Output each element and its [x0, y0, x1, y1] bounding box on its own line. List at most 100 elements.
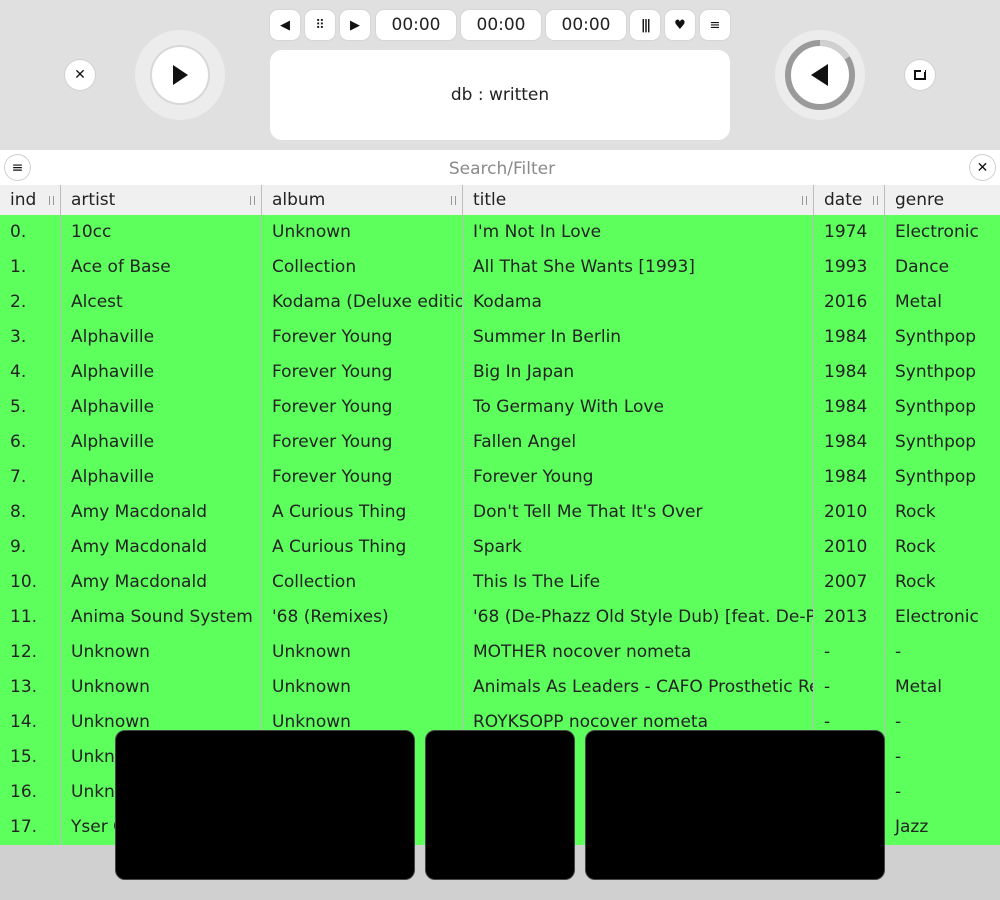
table-row[interactable]: 5. Alphaville Forever Young To Germany With… — [0, 390, 1000, 425]
search-input[interactable] — [40, 150, 964, 187]
menu-button[interactable]: ≡ — [700, 10, 730, 40]
cell-genre: - — [895, 782, 902, 802]
cell-genre: Rock — [895, 537, 936, 557]
cell-artist: Amy Macdonald — [71, 537, 207, 557]
column-header-label: album — [272, 190, 326, 210]
cell-date: - — [824, 677, 831, 697]
play-small-icon: ▶ — [350, 17, 360, 33]
cell-title: To Germany With Love — [473, 397, 664, 417]
cell-artist: Alphaville — [71, 327, 155, 347]
cell-album: Unknown — [272, 222, 351, 242]
cell-artist: Alphaville — [71, 467, 155, 487]
cell-artist: Alphaville — [71, 397, 155, 417]
filter-menu-button[interactable]: ≡ — [5, 155, 30, 180]
cell-ind: 4. — [10, 362, 27, 382]
cell-title: All That She Wants [1993] — [473, 257, 695, 277]
cell-date: 2010 — [824, 502, 868, 522]
elapsed-time: 00:00 — [376, 10, 456, 40]
table-row[interactable]: 4. Alphaville Forever Young Big In Japan 198… — [0, 355, 1000, 390]
play-button[interactable] — [135, 30, 225, 120]
resize-handle-icon[interactable] — [873, 196, 878, 205]
clear-search-button[interactable]: ✕ — [970, 155, 995, 180]
column-header-ind[interactable]: ind — [0, 185, 61, 215]
close-icon: ✕ — [74, 67, 86, 83]
column-header-artist[interactable]: artist — [61, 185, 262, 215]
grid-icon: ⠿ — [315, 17, 325, 33]
queue-button[interactable]: ⠿ — [305, 10, 335, 40]
close-button[interactable]: ✕ — [65, 60, 95, 90]
prev-button[interactable]: ◀ — [270, 10, 300, 40]
cell-genre: - — [895, 642, 902, 662]
cell-date: 2010 — [824, 537, 868, 557]
cell-genre: Electronic — [895, 607, 979, 627]
cell-album: Forever Young — [272, 397, 393, 417]
cell-title: Forever Young — [473, 467, 594, 487]
table-row[interactable]: 2. Alcest Kodama (Deluxe edition) Kodama 201… — [0, 285, 1000, 320]
cell-title: Summer In Berlin — [473, 327, 622, 347]
cell-title: I'm Not In Love — [473, 222, 602, 242]
cell-artist: Amy Macdonald — [71, 572, 207, 592]
table-row[interactable]: 0. 10cc Unknown I'm Not In Love 1974 Electron… — [0, 215, 1000, 250]
cell-album: A Curious Thing — [272, 537, 407, 557]
close-icon: ✕ — [976, 159, 989, 176]
table-header: ind artist album title date genre — [0, 185, 1000, 215]
cell-ind: 1. — [10, 257, 27, 277]
repeat-icon — [914, 69, 926, 80]
overlay-panel-left — [115, 730, 415, 880]
resize-handle-icon[interactable] — [250, 196, 255, 205]
next-button[interactable]: ▶ — [340, 10, 370, 40]
cell-date: - — [824, 642, 831, 662]
cell-album: Unknown — [272, 642, 351, 662]
cell-date: 1993 — [824, 257, 868, 277]
table-row[interactable]: 8. Amy Macdonald A Curious Thing Don't Tell… — [0, 495, 1000, 530]
cell-album: Forever Young — [272, 432, 393, 452]
cell-ind: 17. — [10, 817, 38, 837]
column-header-label: genre — [895, 190, 945, 210]
table-row[interactable]: 11. Anima Sound System '68 (Remixes) '68 (D… — [0, 600, 1000, 635]
table-row[interactable]: 13. Unknown Unknown Animals As Leaders - CA… — [0, 670, 1000, 705]
cell-title: This Is The Life — [473, 572, 601, 592]
resize-handle-icon[interactable] — [451, 196, 456, 205]
cell-genre: Metal — [895, 677, 942, 697]
repeat-button[interactable] — [905, 60, 935, 90]
column-header-label: date — [824, 190, 863, 210]
overlay-panel-center — [425, 730, 575, 880]
reverse-play-button[interactable] — [775, 30, 865, 120]
table-row[interactable]: 3. Alphaville Forever Young Summer In Berli… — [0, 320, 1000, 355]
favorite-button[interactable]: ♥ — [665, 10, 695, 40]
cell-album: Kodama (Deluxe edition) — [272, 292, 463, 312]
column-header-genre[interactable]: genre — [885, 185, 1000, 215]
cell-date: 1984 — [824, 432, 868, 452]
table-row[interactable]: 10. Amy Macdonald Collection This Is The Li… — [0, 565, 1000, 600]
cell-title: Fallen Angel — [473, 432, 577, 452]
cell-genre: Synthpop — [895, 467, 977, 487]
table-row[interactable]: 7. Alphaville Forever Young Forever Young 19… — [0, 460, 1000, 495]
cell-genre: - — [895, 747, 902, 767]
cell-genre: Jazz — [895, 817, 929, 837]
column-header-label: artist — [71, 190, 116, 210]
table-row[interactable]: 1. Ace of Base Collection All That She Want… — [0, 250, 1000, 285]
cell-ind: 12. — [10, 642, 38, 662]
column-header-album[interactable]: album — [262, 185, 463, 215]
table-row[interactable]: 12. Unknown Unknown MOTHER nocover nometa - - — [0, 635, 1000, 670]
cell-album: Forever Young — [272, 467, 393, 487]
cell-genre: Dance — [895, 257, 950, 277]
columns-button[interactable]: ||| — [630, 10, 660, 40]
columns-icon: ||| — [640, 17, 651, 33]
column-header-title[interactable]: title — [463, 185, 814, 215]
cell-date: 1984 — [824, 327, 868, 347]
overlay-panel-right — [585, 730, 885, 880]
column-header-date[interactable]: date — [814, 185, 885, 215]
cell-album: Forever Young — [272, 362, 393, 382]
cell-date: 2013 — [824, 607, 868, 627]
resize-handle-icon[interactable] — [49, 196, 54, 205]
table-row[interactable]: 6. Alphaville Forever Young Fallen Angel 198… — [0, 425, 1000, 460]
resize-handle-icon[interactable] — [802, 196, 807, 205]
cell-album: A Curious Thing — [272, 502, 407, 522]
cell-artist: Anima Sound System — [71, 607, 253, 627]
cell-date: 2007 — [824, 572, 868, 592]
cell-genre: - — [895, 712, 902, 732]
cell-artist: Alcest — [71, 292, 123, 312]
cell-title: Don't Tell Me That It's Over — [473, 502, 703, 522]
table-row[interactable]: 9. Amy Macdonald A Curious Thing Spark 2010 R… — [0, 530, 1000, 565]
